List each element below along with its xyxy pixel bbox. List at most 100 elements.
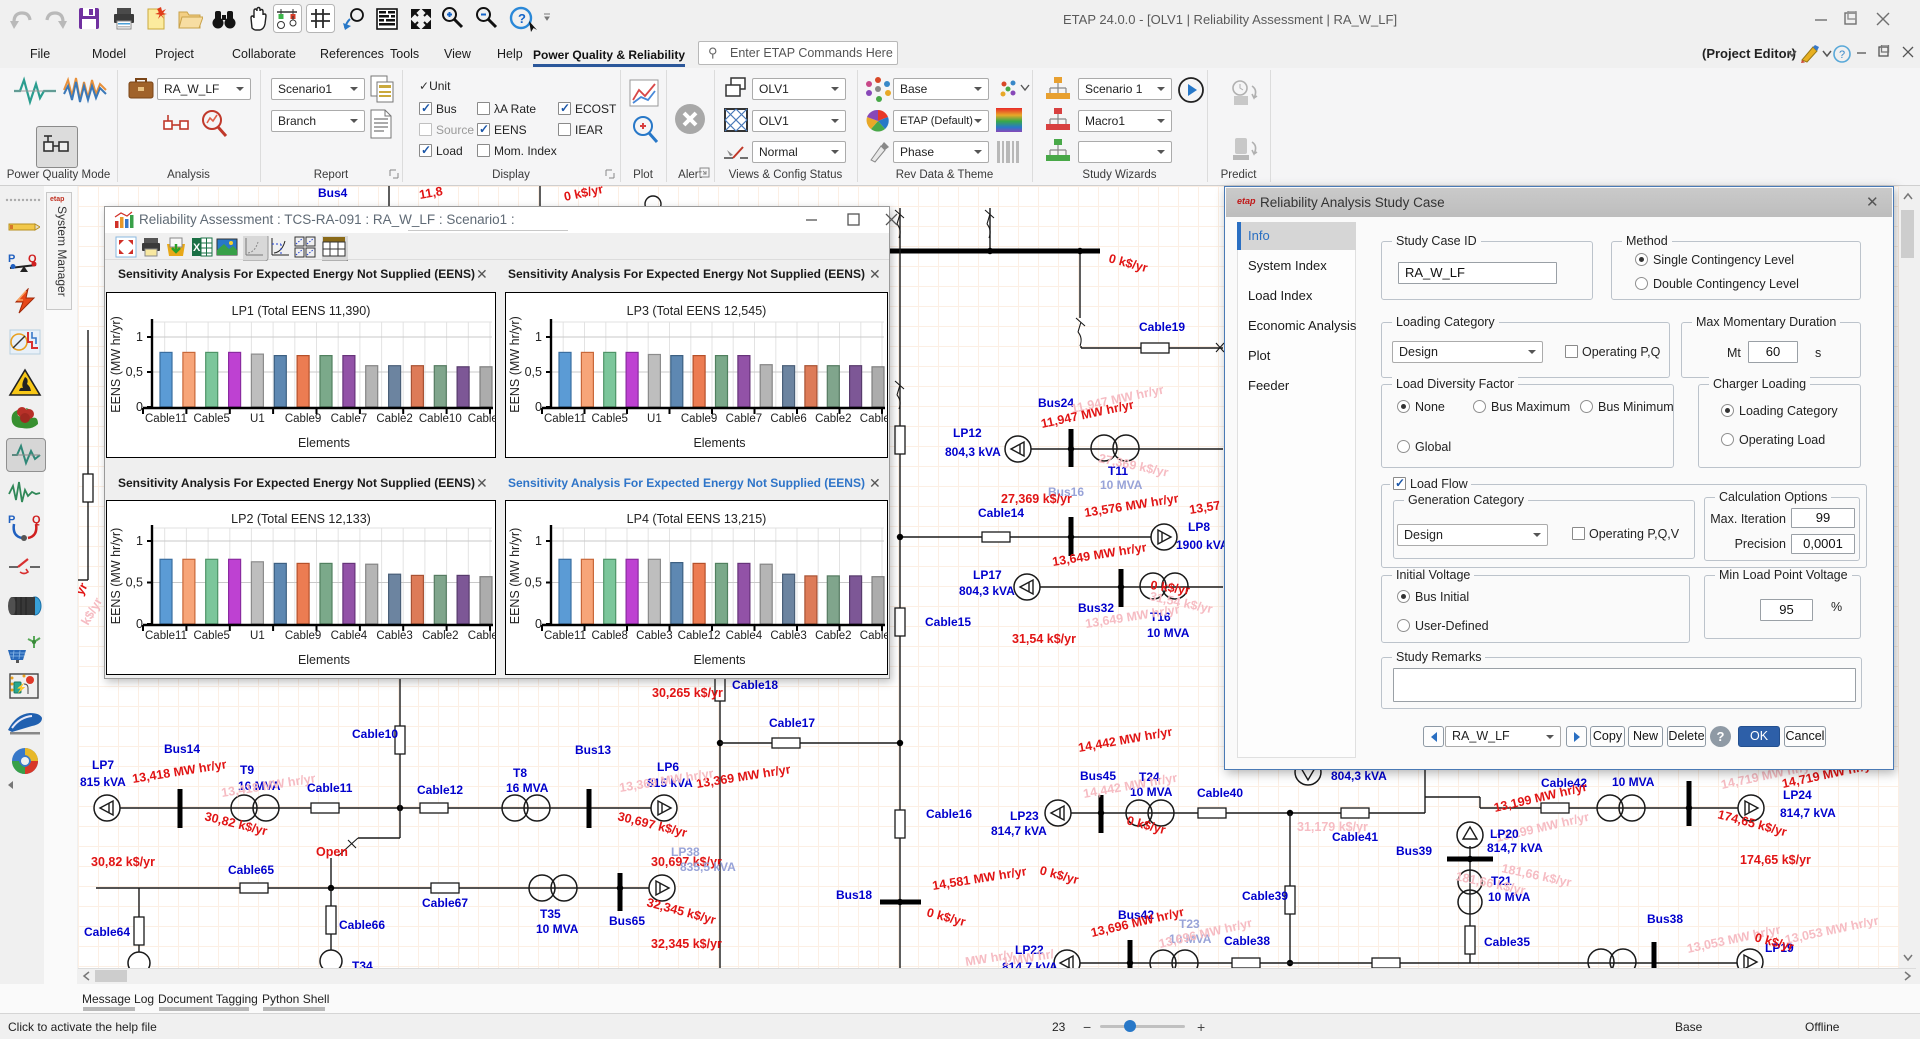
svg-text:Cable2: Cable2: [815, 413, 851, 425]
svg-text:Cable10: Cable10: [352, 727, 398, 741]
svg-text:Cable9: Cable9: [681, 413, 717, 425]
svg-text:LP17: LP17: [973, 568, 1002, 582]
svg-text:EENS (MW hr/yr): EENS (MW hr/yr): [109, 528, 123, 625]
svg-text:Cable2: Cable2: [815, 630, 851, 642]
svg-text:EENS (MW hr/yr): EENS (MW hr/yr): [508, 528, 522, 625]
svg-text:10 MVA: 10 MVA: [1100, 478, 1143, 492]
svg-text:Cable11: Cable11: [145, 413, 187, 425]
svg-text:Cable9: Cable9: [285, 630, 321, 642]
svg-text:Elements: Elements: [298, 436, 350, 450]
svg-text:814,7 kVA: 814,7 kVA: [991, 824, 1047, 838]
svg-text:Cable10: Cable10: [419, 413, 462, 425]
svg-text:1: 1: [535, 534, 542, 548]
svg-text:Open: Open: [316, 845, 348, 859]
svg-text:Cable1: Cable1: [468, 630, 496, 642]
svg-text:0: 0: [535, 400, 542, 414]
svg-text:T9: T9: [240, 763, 254, 777]
svg-text:814,7 kVA: 814,7 kVA: [1487, 841, 1543, 855]
svg-text:804,3 kVA: 804,3 kVA: [959, 584, 1015, 598]
svg-text:Bus39: Bus39: [1396, 844, 1432, 858]
svg-text:EENS (MW hr/yr): EENS (MW hr/yr): [508, 316, 522, 413]
svg-text:LP23: LP23: [1010, 809, 1039, 823]
svg-text:LP8: LP8: [1188, 520, 1210, 534]
svg-text:27,369 k$/yr: 27,369 k$/yr: [1001, 492, 1072, 506]
svg-text:Bus45: Bus45: [1080, 769, 1116, 783]
svg-text:10 MVA: 10 MVA: [1612, 775, 1655, 789]
svg-text:Cable11: Cable11: [145, 630, 187, 642]
svg-text:0 k$/yr: 0 k$/yr: [1107, 251, 1149, 275]
svg-text:815 kVA: 815 kVA: [80, 775, 126, 789]
svg-text:Cable35: Cable35: [1484, 935, 1530, 949]
svg-text:1: 1: [136, 330, 143, 344]
svg-text:0 k$/yr: 0 k$/yr: [1038, 863, 1080, 887]
svg-text:10 MVA: 10 MVA: [1147, 626, 1190, 640]
svg-text:?: ?: [518, 11, 526, 26]
svg-text:835,5 kVA: 835,5 kVA: [680, 860, 736, 874]
svg-text:Cable17: Cable17: [769, 716, 815, 730]
svg-text:Cable39: Cable39: [1242, 889, 1288, 903]
svg-text:Cable12: Cable12: [678, 630, 721, 642]
svg-text:Cable3: Cable3: [636, 630, 672, 642]
svg-text:Cable66: Cable66: [339, 918, 385, 932]
svg-text:LP12: LP12: [953, 426, 982, 440]
svg-text:1: 1: [535, 330, 542, 344]
svg-text:30,82 k$/yr: 30,82 k$/yr: [91, 855, 155, 869]
svg-text:Cable5: Cable5: [591, 413, 627, 425]
svg-text:Cable3: Cable3: [770, 630, 806, 642]
svg-text:Cable19: Cable19: [1139, 320, 1185, 334]
svg-text:30,265 k$/yr: 30,265 k$/yr: [652, 686, 723, 700]
svg-text:14,442 MW hr/yr: 14,442 MW hr/yr: [1077, 725, 1173, 755]
svg-text:16 MVA: 16 MVA: [506, 781, 549, 795]
svg-text:Bus4: Bus4: [318, 186, 348, 200]
svg-text:EENS (MW hr/yr): EENS (MW hr/yr): [109, 316, 123, 413]
svg-text:Cable12: Cable12: [417, 783, 463, 797]
svg-text:1900 kVA: 1900 kVA: [1176, 538, 1229, 552]
svg-text:LP20: LP20: [1490, 827, 1519, 841]
svg-text:Bus38: Bus38: [1647, 912, 1683, 926]
svg-text:Bus18: Bus18: [836, 888, 872, 902]
svg-text:0,5: 0,5: [126, 365, 143, 379]
svg-text:0,5: 0,5: [126, 576, 143, 590]
svg-text:Cable14: Cable14: [978, 506, 1024, 520]
svg-text:804,3 kVA: 804,3 kVA: [945, 445, 1001, 459]
svg-text:Cable65: Cable65: [228, 863, 274, 877]
svg-text:10 MVA: 10 MVA: [536, 922, 579, 936]
svg-text:Cable64: Cable64: [84, 925, 130, 939]
svg-text:k$/yr: k$/yr: [78, 595, 105, 627]
svg-text:LP1 (Total EENS 11,390): LP1 (Total EENS 11,390): [232, 304, 371, 318]
svg-text:Elements: Elements: [693, 653, 745, 667]
svg-text:0 k$/yr: 0 k$/yr: [1125, 813, 1167, 837]
svg-text:Cable6: Cable6: [770, 413, 806, 425]
svg-text:Cable15: Cable15: [925, 615, 971, 629]
svg-text:Cable7: Cable7: [331, 413, 367, 425]
svg-text:13,053 MW hr/yr: 13,053 MW hr/yr: [1784, 913, 1880, 947]
svg-text:Cable2: Cable2: [422, 630, 458, 642]
svg-text:Cable5: Cable5: [193, 630, 229, 642]
svg-text:Elements: Elements: [693, 436, 745, 450]
svg-text:Bus14: Bus14: [164, 742, 200, 756]
svg-text:Cable3: Cable3: [376, 630, 412, 642]
svg-text:13,418 MW hr/yr: 13,418 MW hr/yr: [131, 757, 227, 786]
svg-text:32,345 k$/yr: 32,345 k$/yr: [645, 895, 717, 927]
svg-text:13,57: 13,57: [1188, 498, 1221, 517]
svg-text:814,7 kVA: 814,7 kVA: [1780, 806, 1836, 820]
svg-text:?: ?: [1839, 49, 1845, 61]
svg-text:X: X: [193, 242, 201, 254]
svg-text:Cable40: Cable40: [1197, 786, 1243, 800]
svg-text:LP3 (Total EENS 12,545): LP3 (Total EENS 12,545): [627, 304, 767, 318]
svg-text:14,581 MW hr/yr: 14,581 MW hr/yr: [931, 864, 1027, 893]
svg-text:30,82 k$/yr: 30,82 k$/yr: [203, 809, 269, 838]
svg-text:yr: yr: [78, 580, 91, 597]
svg-text:P: P: [8, 253, 15, 265]
svg-text:Cable11: Cable11: [544, 630, 586, 642]
svg-text:0,5: 0,5: [525, 576, 542, 590]
svg-text:U1: U1: [250, 413, 265, 425]
svg-text:U1: U1: [647, 413, 662, 425]
svg-text:Bus13: Bus13: [575, 743, 611, 757]
svg-text:Cable1: Cable1: [860, 630, 888, 642]
svg-text:Cable67: Cable67: [422, 896, 468, 910]
svg-text:Cable16: Cable16: [926, 807, 972, 821]
svg-text:Cable38: Cable38: [1224, 934, 1270, 948]
svg-text:13,649 MW hr/yr: 13,649 MW hr/yr: [1051, 540, 1147, 569]
svg-text:T8: T8: [513, 766, 527, 780]
